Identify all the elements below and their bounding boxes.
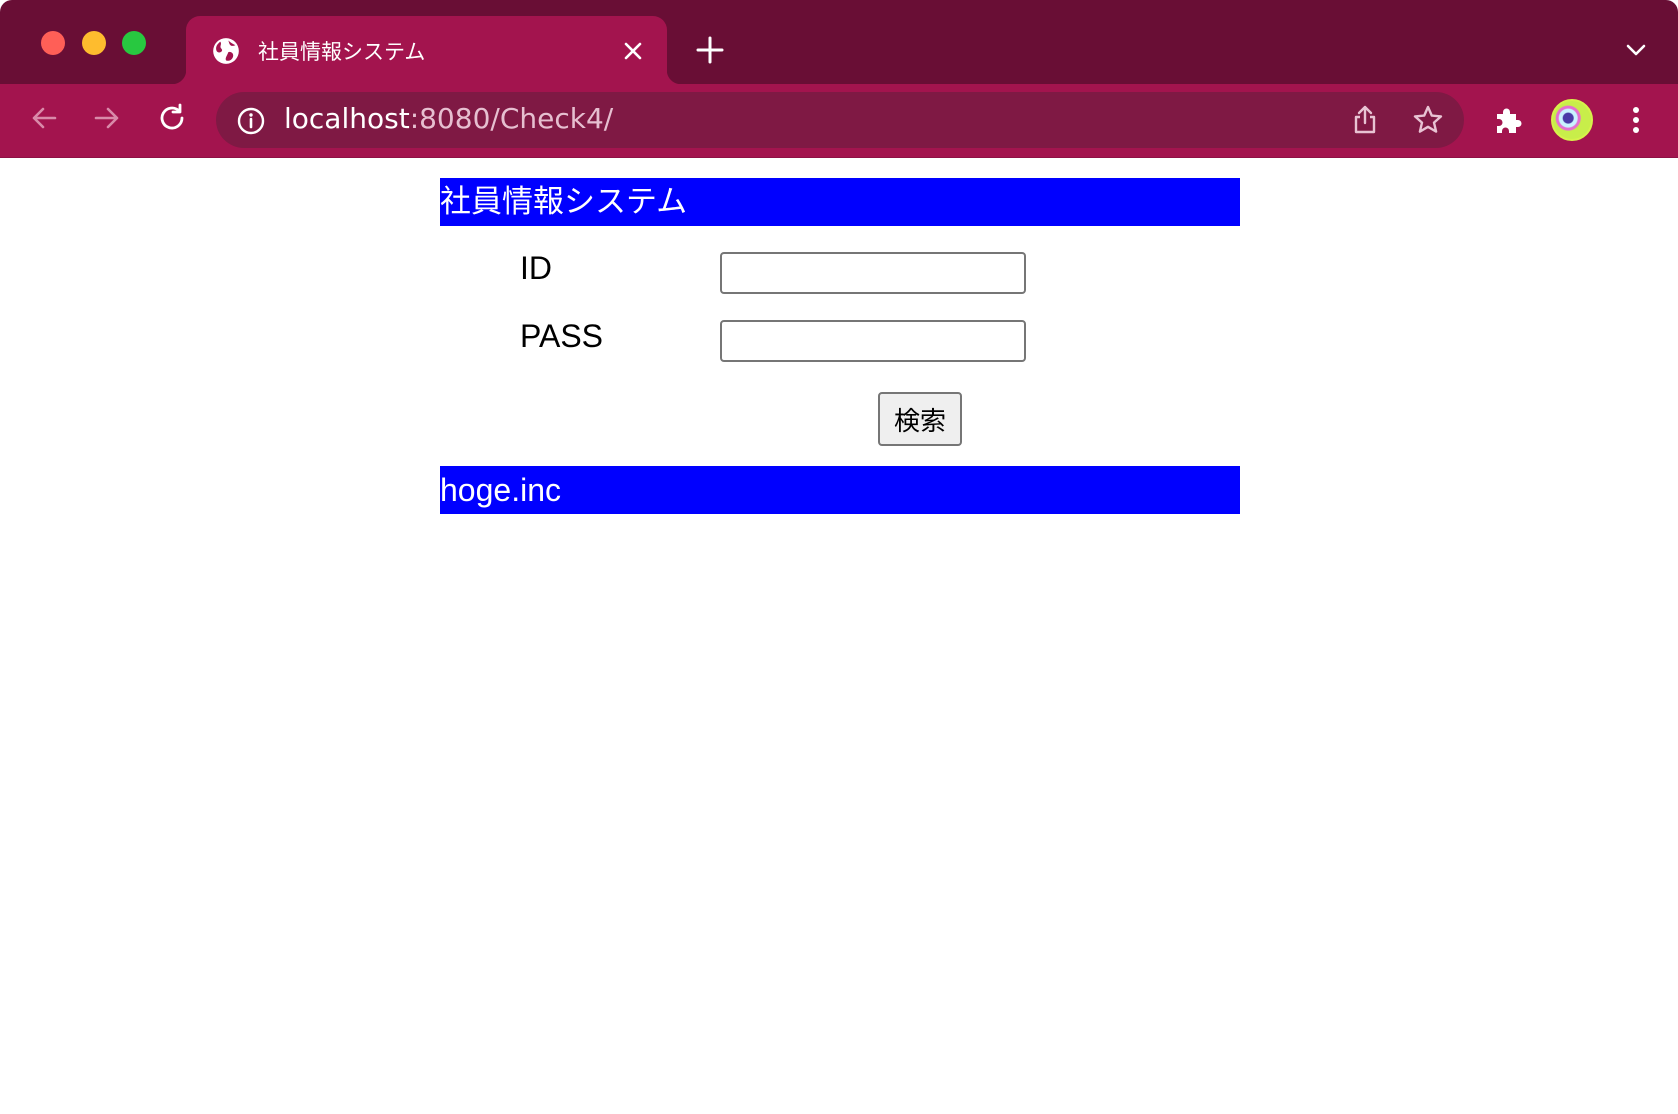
pass-label: PASS xyxy=(520,318,603,354)
reload-icon[interactable] xyxy=(157,103,187,133)
extensions-puzzle-icon[interactable] xyxy=(1492,104,1524,136)
profile-avatar[interactable] xyxy=(1551,99,1593,141)
search-button[interactable]: 検索 xyxy=(878,392,962,446)
page-footer: hoge.inc xyxy=(440,466,1240,514)
url-text[interactable]: localhost:8080/Check4/ xyxy=(284,102,613,135)
site-info-icon[interactable] xyxy=(236,106,266,136)
tab-title: 社員情報システム xyxy=(258,40,426,64)
more-menu-icon[interactable] xyxy=(1624,104,1648,136)
url-path: :8080/Check4/ xyxy=(409,102,614,135)
pass-input[interactable] xyxy=(720,320,1026,362)
id-label: ID xyxy=(520,250,552,286)
minimize-window-button[interactable] xyxy=(82,31,106,55)
back-arrow-icon[interactable] xyxy=(29,103,59,133)
share-icon[interactable] xyxy=(1350,104,1380,136)
page-title: 社員情報システム xyxy=(440,178,1240,226)
browser-tab-active[interactable]: 社員情報システム xyxy=(172,16,681,84)
url-host: localhost xyxy=(284,102,410,135)
new-tab-icon[interactable] xyxy=(696,36,724,64)
forward-arrow-icon[interactable] xyxy=(92,103,122,133)
id-input[interactable] xyxy=(720,252,1026,294)
tab-strip: 社員情報システム xyxy=(0,0,1678,84)
bookmark-star-icon[interactable] xyxy=(1412,104,1444,136)
maximize-window-button[interactable] xyxy=(122,31,146,55)
globe-icon xyxy=(213,38,239,64)
close-window-button[interactable] xyxy=(41,31,65,55)
close-tab-icon[interactable] xyxy=(622,40,644,62)
chevron-down-icon[interactable] xyxy=(1624,40,1648,60)
